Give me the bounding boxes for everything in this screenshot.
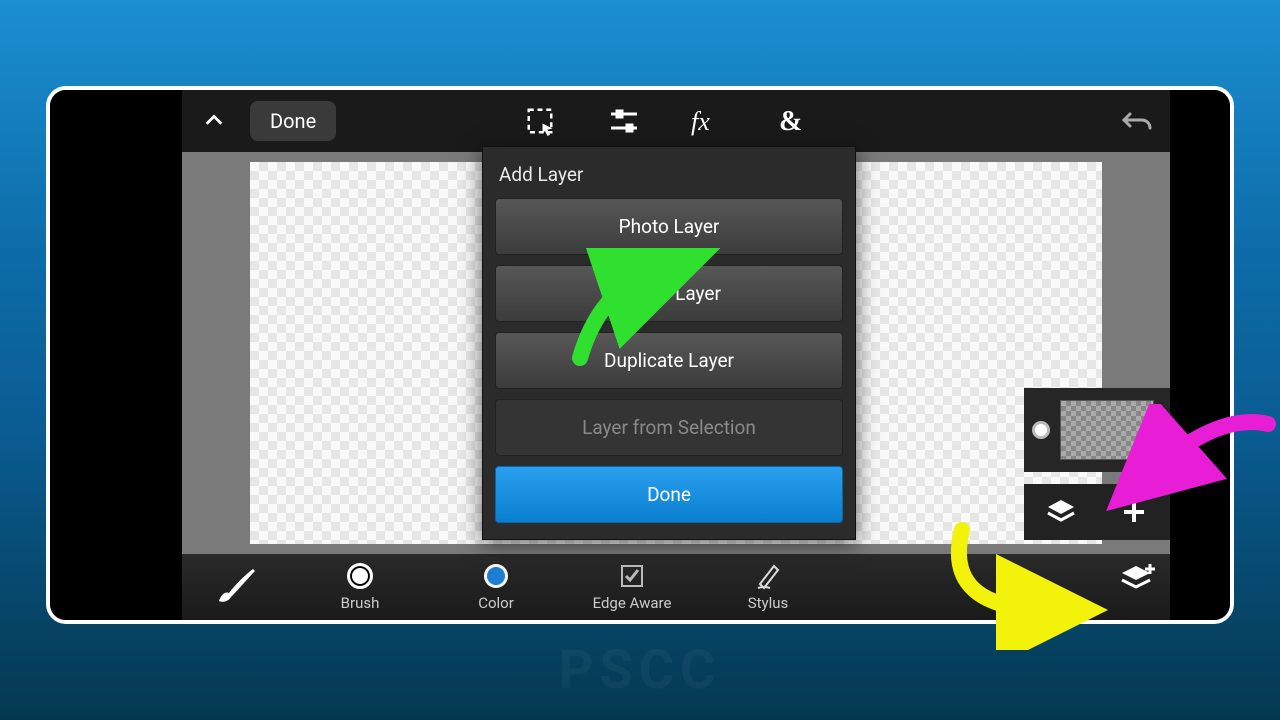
- watermark-text: PSCC: [559, 639, 722, 702]
- edge-aware-label: Edge Aware: [593, 594, 672, 612]
- add-button[interactable]: [1097, 484, 1170, 540]
- ampersand-icon: &: [777, 106, 807, 136]
- checkbox-icon: [620, 564, 644, 588]
- left-deadzone: [50, 90, 182, 620]
- layer-visibility-toggle[interactable]: [1032, 421, 1050, 439]
- color-tool[interactable]: Color: [428, 562, 564, 612]
- stylus-tool[interactable]: Stylus: [700, 562, 836, 612]
- sliders-icon: [609, 108, 639, 134]
- undo-button[interactable]: [1122, 90, 1154, 152]
- right-deadzone: [1170, 90, 1230, 620]
- svg-text:&: &: [779, 106, 802, 136]
- color-label: Color: [478, 594, 514, 612]
- layers-button[interactable]: [1024, 484, 1097, 540]
- top-toolbar: Done fx: [182, 90, 1170, 152]
- add-layer-popup: Add Layer Photo Layer Empty Layer Duplic…: [482, 146, 856, 540]
- paintbrush-icon: [215, 567, 259, 607]
- popup-done-button[interactable]: Done: [495, 466, 843, 523]
- layer-panel-controls: [1024, 484, 1170, 540]
- plus-icon: [1121, 499, 1147, 525]
- text-tool-button[interactable]: &: [774, 103, 810, 139]
- layers-icon: [1046, 498, 1076, 526]
- stylus-icon: [754, 562, 782, 590]
- bottom-toolbar: Brush Color Edge Aware Stylus: [182, 554, 1170, 620]
- paint-tool-button[interactable]: [182, 567, 292, 607]
- fx-icon: fx: [691, 106, 725, 136]
- brush-label: Brush: [341, 594, 380, 612]
- brush-size-tool[interactable]: Brush: [292, 562, 428, 612]
- edge-aware-tool[interactable]: Edge Aware: [564, 562, 700, 612]
- app-frame: Done fx: [46, 86, 1234, 624]
- layer-from-selection-button: Layer from Selection: [495, 399, 843, 456]
- color-swatch-icon: [484, 564, 508, 588]
- chevron-up-icon: [203, 110, 225, 132]
- adjustments-button[interactable]: [606, 103, 642, 139]
- duplicate-layer-button[interactable]: Duplicate Layer: [495, 332, 843, 389]
- photo-layer-button[interactable]: Photo Layer: [495, 198, 843, 255]
- collapse-button[interactable]: [182, 90, 246, 152]
- selection-tool-button[interactable]: [522, 103, 558, 139]
- add-layer-button[interactable]: [1118, 560, 1160, 602]
- svg-text:fx: fx: [691, 107, 710, 136]
- layer-row[interactable]: [1024, 388, 1170, 472]
- popup-title: Add Layer: [495, 159, 843, 198]
- empty-layer-button[interactable]: Empty Layer: [495, 265, 843, 322]
- done-button[interactable]: Done: [250, 101, 336, 141]
- undo-icon: [1122, 108, 1154, 134]
- stylus-label: Stylus: [748, 594, 789, 612]
- effects-button[interactable]: fx: [690, 103, 726, 139]
- selection-icon: [525, 106, 555, 136]
- layers-panel: [1024, 388, 1170, 624]
- brush-ring-icon: [347, 563, 373, 589]
- layer-thumbnail[interactable]: [1060, 400, 1154, 460]
- layers-plus-icon: [1118, 560, 1160, 598]
